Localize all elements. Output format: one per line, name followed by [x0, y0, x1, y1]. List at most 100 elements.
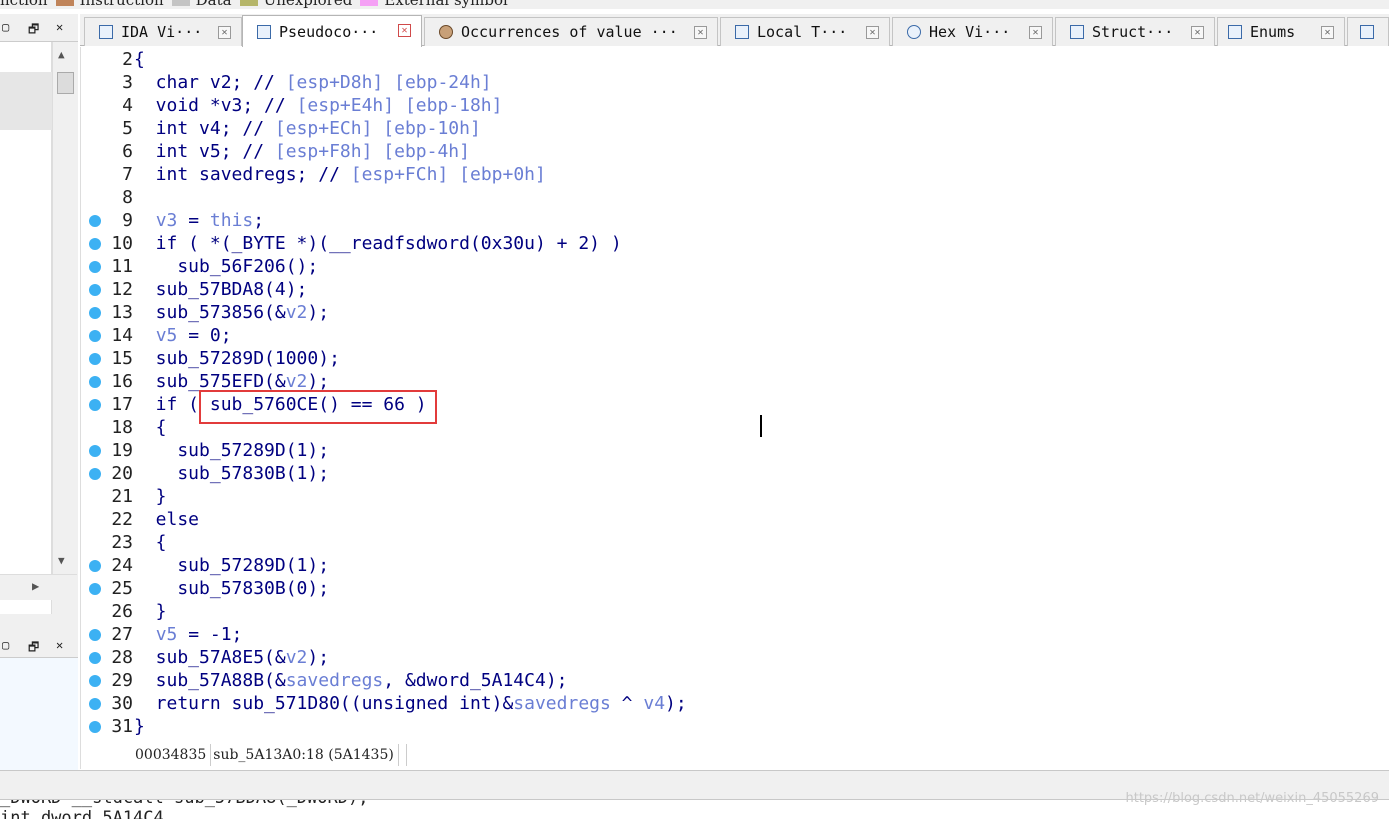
code-line[interactable]: 30 return sub_571D80((unsigned int)&save… [81, 692, 1381, 715]
breakpoint-dot-icon[interactable] [89, 560, 101, 572]
code-text: void *v3; // [esp+E4h] [ebp-18h] [134, 95, 503, 116]
code-line[interactable]: 28 sub_57A8E5(&v2); [81, 646, 1381, 669]
tab-label: Pseudoco··· [279, 22, 379, 41]
tab-pseudocode[interactable]: Pseudoco··· ✕ [242, 15, 422, 47]
code-text: int v5; // [esp+F8h] [ebp-4h] [134, 141, 470, 162]
line-number: 29 [111, 670, 133, 691]
list-selection [0, 72, 52, 130]
breakpoint-dot-icon[interactable] [89, 468, 101, 480]
horizontal-scrollbar[interactable]: ▶ [0, 574, 77, 600]
code-line[interactable]: 5 int v4; // [esp+ECh] [ebp-10h] [81, 117, 1381, 140]
code-line[interactable]: 25 sub_57830B(0); [81, 577, 1381, 600]
tab-structures[interactable]: Struct··· ✕ [1055, 17, 1215, 46]
minimize-icon[interactable]: ▢ [2, 638, 9, 652]
code-text: char v2; // [esp+D8h] [ebp-24h] [134, 72, 492, 93]
breakpoint-dot-icon[interactable] [89, 238, 101, 250]
code-line[interactable]: 29 sub_57A88B(&savedregs, &dword_5A14C4)… [81, 669, 1381, 692]
breakpoint-dot-icon[interactable] [89, 307, 101, 319]
breakpoint-dot-icon[interactable] [89, 376, 101, 388]
scroll-right-icon[interactable]: ▶ [32, 579, 39, 593]
breakpoint-dot-icon[interactable] [89, 330, 101, 342]
output-line: _DWORD __stdcall sub_57BDA8(_DWORD); [0, 800, 368, 808]
breakpoint-dot-icon[interactable] [89, 445, 101, 457]
code-text: sub_57289D(1000); [134, 348, 340, 369]
code-line[interactable]: 21 } [81, 485, 1381, 508]
line-number: 24 [111, 555, 133, 576]
code-line[interactable]: 31} [81, 715, 1381, 738]
scroll-up-icon[interactable]: ▲ [58, 48, 65, 61]
code-text: sub_56F206(); [134, 256, 319, 277]
graph-overview[interactable] [0, 658, 78, 770]
tab-occurrences[interactable]: Occurrences of value ··· ✕ [424, 17, 718, 46]
code-line[interactable]: 13 sub_573856(&v2); [81, 301, 1381, 324]
close-tab-icon[interactable]: ✕ [218, 26, 231, 39]
breakpoint-dot-icon[interactable] [89, 215, 101, 227]
close-tab-icon[interactable]: ✕ [866, 26, 879, 39]
close-tab-icon[interactable]: ✕ [1191, 26, 1204, 39]
close-tab-icon[interactable]: ✕ [398, 24, 411, 37]
code-line[interactable]: 4 void *v3; // [esp+E4h] [ebp-18h] [81, 94, 1381, 117]
close-tab-icon[interactable]: ✕ [694, 26, 707, 39]
close-tab-icon[interactable]: ✕ [1321, 26, 1334, 39]
restore-icon[interactable]: 🗗 [28, 638, 39, 659]
tab-imports[interactable] [1347, 17, 1389, 46]
tab-enums[interactable]: Enums ✕ [1217, 17, 1345, 46]
breakpoint-dot-icon[interactable] [89, 261, 101, 273]
line-number: 23 [111, 532, 133, 553]
functions-list[interactable] [0, 42, 52, 614]
tab-hex-view[interactable]: Hex Vi··· ✕ [892, 17, 1053, 46]
legend-label: nction [0, 0, 48, 9]
line-number: 17 [111, 394, 133, 415]
code-line[interactable]: 19 sub_57289D(1); [81, 439, 1381, 462]
local-types-icon [735, 25, 749, 39]
scrollbar-thumb[interactable] [57, 72, 74, 94]
line-number: 3 [122, 72, 133, 93]
legend-bar: nction Instruction Data Unexplored Exter… [0, 0, 1389, 9]
tab-ida-view[interactable]: IDA Vi··· ✕ [84, 17, 242, 46]
breakpoint-dot-icon[interactable] [89, 675, 101, 687]
code-line[interactable]: 7 int savedregs; // [esp+FCh] [ebp+0h] [81, 163, 1381, 186]
code-line[interactable]: 15 sub_57289D(1000); [81, 347, 1381, 370]
close-icon[interactable]: ✕ [56, 20, 63, 34]
text-caret [760, 415, 762, 437]
scroll-down-icon[interactable]: ▼ [58, 554, 65, 567]
breakpoint-dot-icon[interactable] [89, 652, 101, 664]
code-line[interactable]: 11 sub_56F206(); [81, 255, 1381, 278]
code-line[interactable]: 23 { [81, 531, 1381, 554]
code-text: return sub_571D80((unsigned int)&savedre… [134, 693, 687, 714]
line-number: 2 [122, 49, 133, 70]
code-line[interactable]: 9 v3 = this; [81, 209, 1381, 232]
vertical-scrollbar[interactable]: ▲ ▼ [52, 42, 77, 582]
code-line[interactable]: 10 if ( *(_BYTE *)(__readfsdword(0x30u) … [81, 232, 1381, 255]
code-text: int v4; // [esp+ECh] [ebp-10h] [134, 118, 481, 139]
code-line[interactable]: 14 v5 = 0; [81, 324, 1381, 347]
code-line[interactable]: 12 sub_57BDA8(4); [81, 278, 1381, 301]
breakpoint-dot-icon[interactable] [89, 284, 101, 296]
legend-item: Instruction [55, 0, 164, 9]
breakpoint-dot-icon[interactable] [89, 721, 101, 733]
breakpoint-dot-icon[interactable] [89, 353, 101, 365]
breakpoint-dot-icon[interactable] [89, 399, 101, 411]
code-line[interactable]: 8 [81, 186, 1381, 209]
code-line[interactable]: 20 sub_57830B(1); [81, 462, 1381, 485]
code-line[interactable]: 27 v5 = -1; [81, 623, 1381, 646]
minimize-icon[interactable]: ▢ [2, 20, 9, 34]
line-number: 5 [122, 118, 133, 139]
code-line[interactable]: 22 else [81, 508, 1381, 531]
breakpoint-dot-icon[interactable] [89, 698, 101, 710]
close-icon[interactable]: ✕ [56, 638, 63, 652]
line-number: 28 [111, 647, 133, 668]
code-line[interactable]: 2{ [81, 48, 1381, 71]
code-line[interactable]: 6 int v5; // [esp+F8h] [ebp-4h] [81, 140, 1381, 163]
breakpoint-dot-icon[interactable] [89, 629, 101, 641]
tab-local-types[interactable]: Local T··· ✕ [720, 17, 890, 46]
legend-label: Unexplored [263, 0, 353, 9]
code-line[interactable]: 26 } [81, 600, 1381, 623]
code-line[interactable]: 3 char v2; // [esp+D8h] [ebp-24h] [81, 71, 1381, 94]
legend-item: nction [0, 0, 48, 9]
close-tab-icon[interactable]: ✕ [1029, 26, 1042, 39]
code-line[interactable]: 24 sub_57289D(1); [81, 554, 1381, 577]
restore-icon[interactable]: 🗗 [28, 20, 39, 41]
legend-swatch [239, 0, 258, 6]
breakpoint-dot-icon[interactable] [89, 583, 101, 595]
